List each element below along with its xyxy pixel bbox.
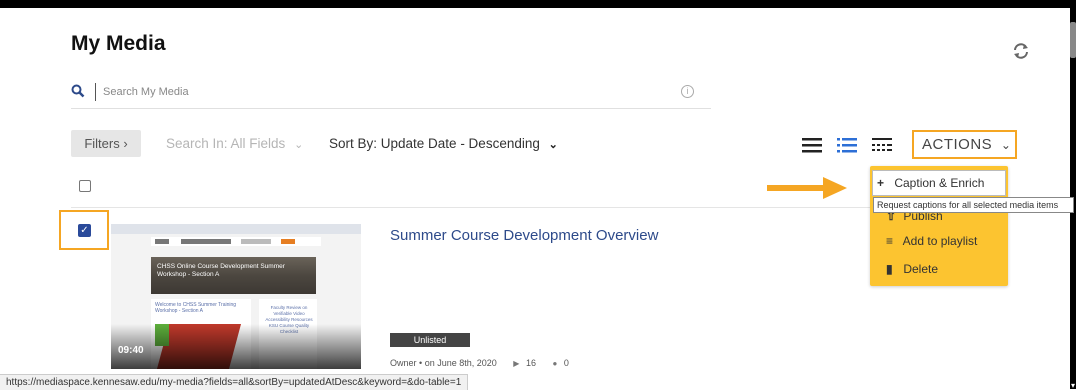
status-badge: Unlisted [390,333,470,347]
search-icon[interactable] [71,84,85,98]
menu-item-caption-enrich[interactable]: + Caption & Enrich [872,170,1006,196]
table-view-icon[interactable] [872,138,892,153]
media-item-checkbox[interactable]: ✓ [78,224,91,237]
media-thumbnail[interactable]: CHSS Online Course Development Summer Wo… [111,224,361,369]
scrollbar-thumb[interactable] [1070,22,1076,58]
menu-item-caption-enrich-label: + Caption & Enrich [877,176,985,190]
search-in-dropdown[interactable]: Search In: All Fields ⌄ [166,136,303,151]
select-all-checkbox[interactable] [79,180,91,192]
thumbnail-nav [151,237,321,246]
caption-tooltip: Request captions for all selected media … [873,197,1074,213]
menu-item-delete[interactable]: ▮ Delete [886,262,938,276]
detailed-list-view-icon[interactable] [837,138,857,153]
media-owner: Owner [390,358,417,368]
media-title-link[interactable]: Summer Course Development Overview [390,227,658,244]
thumbnail-shade [111,324,361,369]
arrow-pointer-icon [767,177,847,199]
thumbnail-browser-bar [111,224,361,234]
search-in-label: Search In: All Fields [166,136,286,151]
plus-icon: + [877,176,885,190]
comment-icon: ● [552,359,558,368]
menu-item-add-to-playlist[interactable]: ≡ Add to playlist [886,234,977,248]
chevron-down-icon: ⌄ [1000,138,1012,152]
chevron-down-icon: ⌄ [294,139,304,151]
plays-count: 16 [525,358,536,368]
media-duration: 09:40 [118,345,144,356]
actions-button[interactable]: ACTIONS ⌄ [912,130,1017,159]
status-bar-url: https://mediaspace.kennesaw.edu/my-media… [0,374,469,390]
playlist-add-icon: ≡ [886,234,894,248]
thumbnail-banner-text: CHSS Online Course Development Summer Wo… [157,263,285,278]
trash-icon: ▮ [886,262,893,276]
media-meta: Owner • on June 8th, 2020 ▶ 16 ● 0 [390,358,569,368]
actions-menu: + Caption & Enrich ⇧ Publish ≡ Add to pl… [870,166,1008,286]
refresh-icon[interactable] [1010,40,1032,62]
search-bar: i [71,80,711,109]
info-icon[interactable]: i [681,85,694,98]
list-view-icon[interactable] [802,138,822,153]
browser-top-bar [0,0,1076,8]
chevron-right-icon: › [123,136,128,151]
thumbnail-panel-text: Welcome to CHSS Summer Training Workshop… [155,302,237,314]
search-input[interactable] [101,83,673,101]
page-title: My Media [71,32,166,55]
sort-by-dropdown[interactable]: Sort By: Update Date - Descending ⌄ [329,136,558,151]
media-date: on June 8th, 2020 [424,358,497,368]
filters-button[interactable]: Filters › [71,130,141,157]
play-icon: ▶ [513,359,520,368]
chevron-down-icon: ⌄ [548,139,558,151]
comments-count: 0 [563,358,569,368]
thumbnail-banner: CHSS Online Course Development Summer Wo… [151,257,316,294]
sort-by-label: Sort By: Update Date - Descending [329,136,540,151]
actions-label: ACTIONS [922,136,993,153]
search-separator [95,83,96,101]
filters-label: Filters [84,136,120,151]
